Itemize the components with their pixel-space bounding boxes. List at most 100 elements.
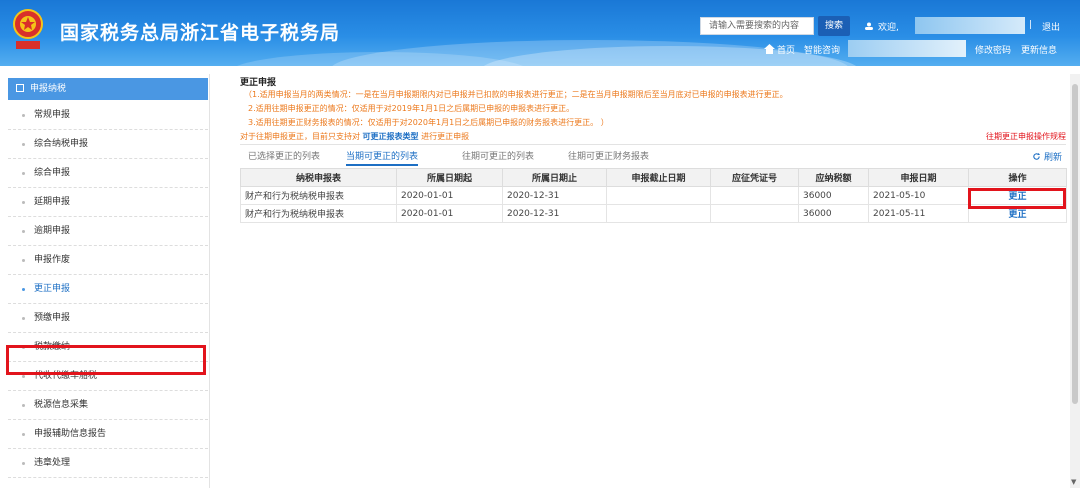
bullet-icon: [22, 375, 25, 378]
table-row: 财产和行为税纳税申报表 2020-01-01 2020-12-31 36000 …: [240, 204, 1067, 223]
tab-past-list[interactable]: 往期可更正的列表: [462, 150, 534, 166]
table-cell: 财产和行为税纳税申报表: [240, 204, 397, 223]
sidebar-item-deferred[interactable]: 延期申报: [8, 188, 208, 217]
sidebar: 申报纳税 常规申报 综合纳税申报 综合申报 延期申报 逾期申报 申报作废 更正申…: [0, 74, 210, 488]
table-cell: [606, 204, 711, 223]
bullet-icon: [22, 201, 25, 204]
table-cell: 36000: [798, 186, 869, 205]
table-cell: 2021-05-11: [868, 204, 969, 223]
bullet-icon: [22, 172, 25, 175]
bullet-icon: [22, 462, 25, 465]
scrollbar-thumb[interactable]: [1072, 84, 1078, 404]
bullet-icon: [22, 114, 25, 117]
column-header: 所属日期起: [396, 168, 503, 187]
sidebar-item-label: 违章处理: [34, 458, 71, 468]
page-scrollbar[interactable]: ▼: [1070, 74, 1080, 488]
column-header: 应纳税额: [798, 168, 869, 187]
tab-current-list[interactable]: 当期可更正的列表: [346, 150, 419, 166]
column-header: 申报日期: [868, 168, 969, 187]
column-header: 申报截止日期: [606, 168, 711, 187]
instruction-note-tail: 对于往期申报更正，目前只支持对 可更正报表类型 进行更正申报: [240, 131, 469, 142]
page-title: 更正申报: [240, 78, 277, 88]
instruction-note: 3.适用往期更正财务报表的情况：仅适用于对2020年1月1日之后属期已申报的财务…: [248, 118, 609, 127]
correctable-types-link[interactable]: 可更正报表类型: [363, 132, 419, 141]
sidebar-item-tax-source[interactable]: 税源信息采集: [8, 391, 208, 420]
site-header: 国家税务总局浙江省电子税务局 请输入需要搜索的内容 搜索 欢迎, | 退出 首页…: [0, 0, 1080, 66]
highlight-box: [968, 188, 1066, 209]
sidebar-item-label: 常规申报: [34, 110, 71, 120]
sidebar-item-overdue[interactable]: 逾期申报: [8, 217, 208, 246]
table-cell: [710, 204, 799, 223]
sidebar-item-label: 更正申报: [34, 284, 71, 294]
update-info-link[interactable]: 更新信息: [1021, 43, 1057, 56]
table-row: 财产和行为税纳税申报表 2020-01-01 2020-12-31 36000 …: [240, 186, 1067, 205]
highlight-box: [6, 345, 206, 375]
nav-home-label: 首页: [777, 46, 796, 56]
sidebar-item-void[interactable]: 申报作废: [8, 246, 208, 275]
refresh-button[interactable]: 刷新: [1032, 150, 1062, 163]
redacted-company-name: [848, 40, 966, 57]
bullet-icon: [22, 288, 25, 291]
change-password-link[interactable]: 修改密码: [975, 43, 1011, 56]
site-title[interactable]: 国家税务总局浙江省电子税务局: [60, 18, 340, 45]
scroll-down-icon[interactable]: ▼: [1071, 478, 1076, 486]
refresh-label: 刷新: [1043, 153, 1062, 163]
tab-bar: 已选择更正的列表 当期可更正的列表 往期可更正的列表 往期可更正财务报表: [240, 150, 1066, 166]
column-header: 所属日期止: [502, 168, 607, 187]
sidebar-item-label: 预缴申报: [34, 313, 71, 323]
instruction-note: （1.适用申报当月的两类情况：一是在当月申报期限内对已申报并已扣款的申报表进行更…: [244, 90, 788, 99]
table-cell: 36000: [798, 204, 869, 223]
box-icon: [16, 84, 24, 92]
ops-guide-link[interactable]: 往期更正申报操作规程: [986, 131, 1066, 142]
sidebar-item-prepay[interactable]: 预缴申报: [8, 304, 208, 333]
tab-past-financial[interactable]: 往期可更正财务报表: [568, 150, 649, 166]
refresh-icon: [1033, 152, 1041, 160]
bullet-icon: [22, 433, 25, 436]
nav-home-link[interactable]: 首页: [764, 43, 795, 56]
table-cell: [710, 186, 799, 205]
welcome-text: 欢迎,: [864, 20, 899, 33]
table-cell: 财产和行为税纳税申报表: [240, 186, 397, 205]
table-cell: [606, 186, 711, 205]
correction-table: 纳税申报表 所属日期起 所属日期止 申报截止日期 应征凭证号 应纳税额 申报日期…: [240, 168, 1067, 223]
search-button[interactable]: 搜索: [818, 16, 850, 36]
sidebar-item-aux-report[interactable]: 申报辅助信息报告: [8, 420, 208, 449]
tab-selected-list[interactable]: 已选择更正的列表: [248, 150, 320, 166]
sidebar-item-label: 逾期申报: [34, 226, 71, 236]
main-content: 更正申报 （1.适用申报当月的两类情况：一是在当月申报期限内对已申报并已扣款的申…: [240, 74, 1067, 488]
logout-link[interactable]: 退出: [1042, 20, 1060, 33]
sidebar-item-label: 综合纳税申报: [34, 139, 89, 149]
emblem-icon: [13, 9, 43, 49]
instruction-note: 2.适用往期申报更正的情况：仅适用于对2019年1月1日之后属期已申报的申报表进…: [248, 104, 575, 113]
table-header-row: 纳税申报表 所属日期起 所属日期止 申报截止日期 应征凭证号 应纳税额 申报日期…: [240, 168, 1067, 187]
column-header: 纳税申报表: [240, 168, 397, 187]
column-header: 操作: [968, 168, 1067, 187]
sidebar-item-violation[interactable]: 违章处理: [8, 449, 208, 478]
sidebar-item-label: 申报辅助信息报告: [34, 429, 107, 439]
search-input[interactable]: 请输入需要搜索的内容: [700, 17, 814, 35]
separator: |: [1029, 20, 1033, 30]
bullet-icon: [22, 230, 25, 233]
bullet-icon: [22, 259, 25, 262]
sidebar-item-label: 延期申报: [34, 197, 71, 207]
sidebar-item-comprehensive[interactable]: 综合申报: [8, 159, 208, 188]
sidebar-item-regular[interactable]: 常规申报: [8, 101, 208, 130]
divider: [240, 144, 1066, 145]
table-cell: 2020-01-01: [396, 186, 503, 205]
table-cell: 2021-05-10: [868, 186, 969, 205]
home-icon: [764, 44, 775, 54]
table-cell: 2020-12-31: [502, 186, 607, 205]
sidebar-item-comprehensive-tax[interactable]: 综合纳税申报: [8, 130, 208, 159]
nav-consult-link[interactable]: 智能咨询: [804, 43, 840, 56]
sidebar-item-label: 申报作废: [34, 255, 71, 265]
sidebar-item-label: 综合申报: [34, 168, 71, 178]
sidebar-section-label: 申报纳税: [30, 84, 67, 94]
sidebar-item-label: 税源信息采集: [34, 400, 89, 410]
user-icon: [865, 22, 873, 30]
bullet-icon: [22, 143, 25, 146]
sidebar-item-correction[interactable]: 更正申报: [8, 275, 208, 304]
sidebar-section-title[interactable]: 申报纳税: [8, 78, 208, 100]
table-cell: 2020-12-31: [502, 204, 607, 223]
note-tail-suffix: 进行更正申报: [421, 132, 470, 141]
bullet-icon: [22, 404, 25, 407]
